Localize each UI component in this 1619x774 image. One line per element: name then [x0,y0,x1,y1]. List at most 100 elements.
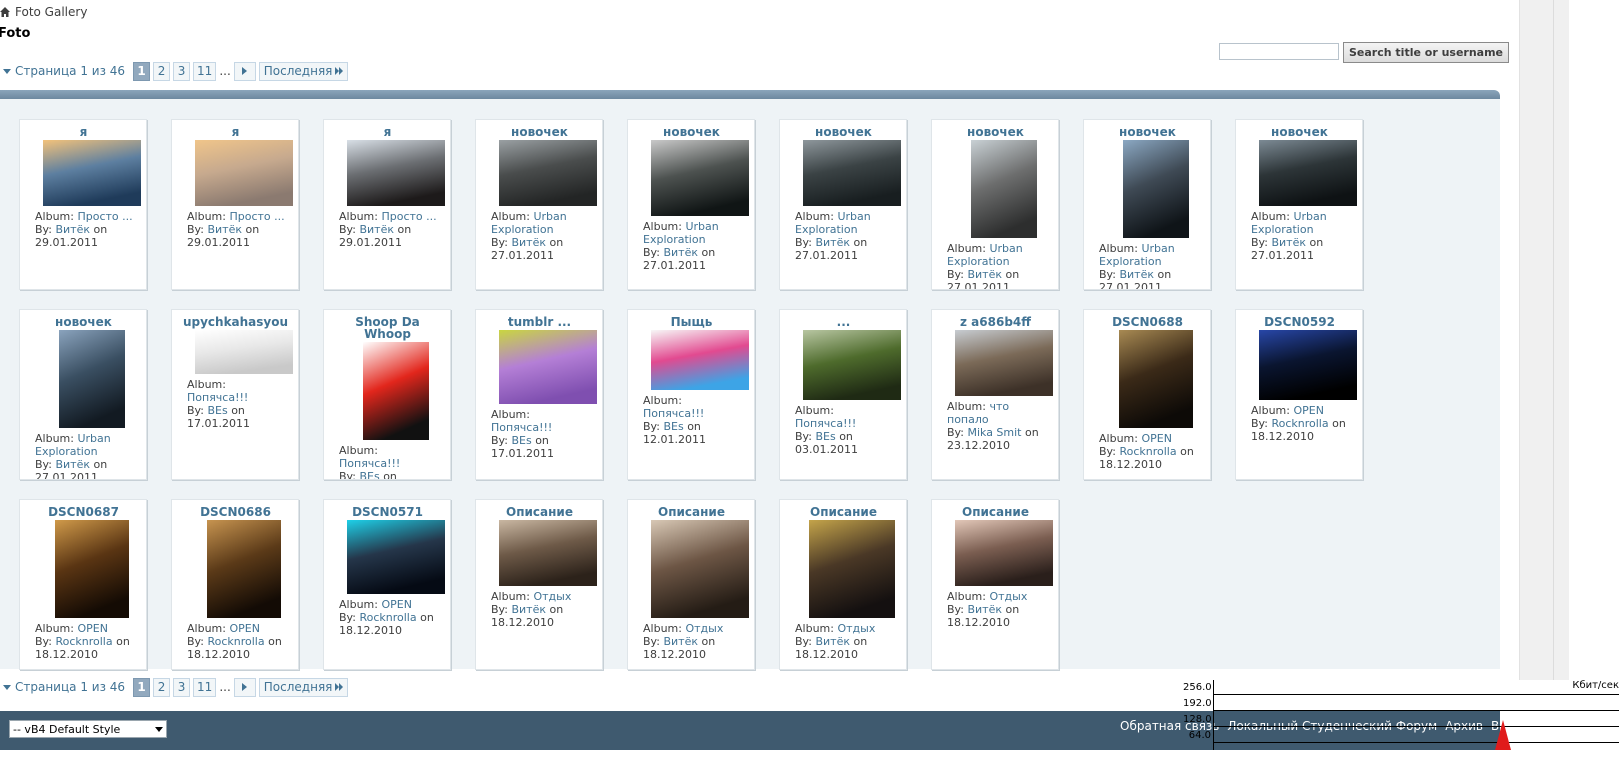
photo-title[interactable]: Описание [637,506,746,518]
photo-thumbnail[interactable] [1118,330,1193,428]
photo-thumbnail[interactable] [346,520,445,594]
page-link[interactable]: 2 [153,61,171,81]
photo-title[interactable]: Описание [789,506,898,518]
photo-title[interactable]: tumblr ... [485,316,594,328]
album-link[interactable]: Отдых [685,622,723,635]
album-link[interactable]: Отдых [837,622,875,635]
page-link[interactable]: 11 [193,61,217,81]
album-link[interactable]: Отдых [989,590,1027,603]
page-link[interactable]: 2 [153,677,171,697]
next-page-button[interactable] [233,61,256,81]
photo-title[interactable]: новочек [29,316,138,328]
photo-thumbnail[interactable] [498,330,597,404]
album-link[interactable]: OPEN [381,598,411,611]
photo-title[interactable]: ... [789,316,898,328]
photo-thumbnail[interactable] [206,520,281,618]
album-link[interactable]: Попячса!!! [643,407,704,420]
user-link[interactable]: Rocknrolla [1271,417,1328,430]
user-link[interactable]: Витёк [207,223,242,236]
last-page-button[interactable]: Последняя [258,677,349,697]
photo-title[interactable]: DSCN0592 [1245,316,1354,328]
page-link[interactable]: 11 [193,677,217,697]
user-link[interactable]: Витёк [511,236,546,249]
album-link[interactable]: Просто ... [229,210,284,223]
photo-thumbnail[interactable] [1258,140,1357,206]
album-link[interactable]: OPEN [229,622,259,635]
photo-title[interactable]: новочек [1093,126,1202,138]
photo-thumbnail[interactable] [650,140,749,216]
photo-thumbnail[interactable] [970,140,1037,238]
user-link[interactable]: Rocknrolla [1119,445,1176,458]
style-select[interactable]: -- vB4 Default Style [9,720,167,738]
page-link[interactable]: 3 [173,677,191,697]
photo-thumbnail[interactable] [362,342,429,440]
album-link[interactable]: Попячса!!! [339,457,400,470]
user-link[interactable]: BEs [207,404,227,417]
photo-title[interactable]: Пыщь [637,316,746,328]
photo-title[interactable]: Описание [941,506,1050,518]
user-link[interactable]: Витёк [815,236,850,249]
photo-title[interactable]: DSCN0688 [1093,316,1202,328]
photo-thumbnail[interactable] [808,520,895,618]
user-link[interactable]: Витёк [815,635,850,648]
user-link[interactable]: Витёк [663,635,698,648]
user-link[interactable]: Витёк [967,268,1002,281]
user-link[interactable]: Витёк [511,603,546,616]
album-link[interactable]: OPEN [77,622,107,635]
photo-thumbnail[interactable] [58,330,125,428]
album-link[interactable]: OPEN [1293,404,1323,417]
album-link[interactable]: OPEN [1141,432,1171,445]
page-current[interactable]: 1 [133,61,151,81]
user-link[interactable]: Rocknrolla [55,635,112,648]
next-page-button[interactable] [233,677,256,697]
page-link[interactable]: 3 [173,61,191,81]
user-link[interactable]: Витёк [1119,268,1154,281]
photo-title[interactable]: DSCN0687 [29,506,138,518]
photo-title[interactable]: я [333,126,442,138]
photo-thumbnail[interactable] [54,520,129,618]
photo-title[interactable]: DSCN0686 [181,506,290,518]
photo-thumbnail[interactable] [194,140,293,206]
user-link[interactable]: BEs [511,434,531,447]
photo-title[interactable]: Shoop Da Whoop [333,316,442,340]
home-icon[interactable] [0,7,10,17]
album-link[interactable]: Попячса!!! [795,417,856,430]
photo-thumbnail[interactable] [1122,140,1189,238]
photo-title[interactable]: z a686b4ff [941,316,1050,328]
album-link[interactable]: Просто ... [381,210,436,223]
photo-thumbnail[interactable] [650,520,749,618]
album-link[interactable]: Просто ... [77,210,132,223]
user-link[interactable]: Витёк [55,223,90,236]
page-jump-menu[interactable]: Страница 1 из 46 [0,677,130,697]
search-button[interactable]: Search title or username [1343,42,1510,63]
user-link[interactable]: Витёк [967,603,1002,616]
photo-title[interactable]: новочек [941,126,1050,138]
album-link[interactable]: Отдых [533,590,571,603]
photo-title[interactable]: upychkahasyou [181,316,290,328]
photo-title[interactable]: новочек [1245,126,1354,138]
photo-title[interactable]: новочек [637,126,746,138]
photo-title[interactable]: я [29,126,138,138]
photo-thumbnail[interactable] [498,520,597,586]
last-page-button[interactable]: Последняя [258,61,349,81]
photo-title[interactable]: DSCN0571 [333,506,442,518]
search-input[interactable] [1219,43,1339,60]
photo-title[interactable]: я [181,126,290,138]
user-link[interactable]: Витёк [55,458,90,471]
photo-title[interactable]: Описание [485,506,594,518]
user-link[interactable]: Витёк [359,223,394,236]
photo-thumbnail[interactable] [954,330,1053,396]
photo-thumbnail[interactable] [194,330,293,374]
photo-thumbnail[interactable] [42,140,141,206]
album-link[interactable]: Попячса!!! [491,421,552,434]
user-link[interactable]: Витёк [663,246,698,259]
photo-thumbnail[interactable] [1258,330,1357,400]
user-link[interactable]: Rocknrolla [207,635,264,648]
user-link[interactable]: Mika Smit [967,426,1021,439]
photo-thumbnail[interactable] [802,140,901,206]
photo-thumbnail[interactable] [346,140,445,206]
photo-thumbnail[interactable] [954,520,1053,586]
user-link[interactable]: BEs [663,420,683,433]
photo-thumbnail[interactable] [650,330,749,390]
user-link[interactable]: Rocknrolla [359,611,416,624]
